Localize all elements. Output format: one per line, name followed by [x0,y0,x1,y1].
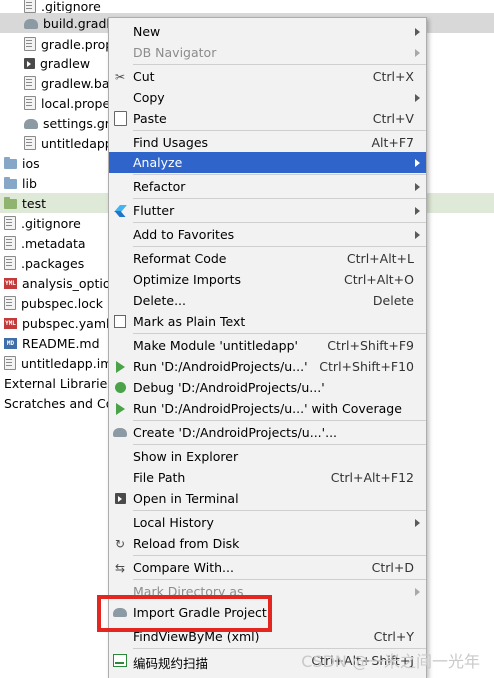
submenu-arrow-icon [415,159,420,167]
menu-item-flutter[interactable]: Flutter [109,200,426,221]
menu-item-import-gradle-project[interactable]: Import Gradle Project [109,602,426,623]
menu-item-optimize-imports[interactable]: Optimize Imports Ctrl+Alt+O [109,269,426,290]
menu-item-find-usages[interactable]: Find Usages Alt+F7 [109,132,426,153]
menu-item-cut[interactable]: ✂ Cut Ctrl+X [109,66,426,87]
menu-item-db-navigator[interactable]: DB Navigator [109,42,426,63]
file-icon [4,236,16,250]
menu-item-file-path[interactable]: File Path Ctrl+Alt+F12 [109,467,426,488]
menu-separator [133,444,426,445]
file-icon [24,136,36,150]
context-menu: New DB Navigator ✂ Cut Ctrl+X Copy Paste… [108,17,427,678]
gradle-icon [24,19,38,29]
menu-item-refactor[interactable]: Refactor [109,176,426,197]
flutter-icon [115,205,125,217]
file-icon [24,37,36,51]
submenu-arrow-icon [415,183,420,191]
mark-text-icon [114,315,126,328]
submenu-arrow-icon [415,519,420,527]
menu-item-debug[interactable]: Debug 'D:/AndroidProjects/u...' [109,377,426,398]
submenu-arrow-icon [415,231,420,239]
menu-item-create-configuration[interactable]: Create 'D:/AndroidProjects/u...'... [109,422,426,443]
submenu-arrow-icon [415,49,420,57]
menu-item-run[interactable]: Run 'D:/AndroidProjects/u...' Ctrl+Shift… [109,356,426,377]
file-icon [4,356,16,370]
file-icon [4,256,16,270]
folder-icon [4,177,17,189]
menu-item-mark-as-plain-text[interactable]: Mark as Plain Text [109,311,426,332]
yml-icon: YML [4,317,17,329]
menu-item-compare-with[interactable]: ⇆ Compare With... Ctrl+D [109,557,426,578]
menu-item-show-in-explorer[interactable]: Show in Explorer [109,446,426,467]
reload-icon: ↻ [114,536,126,551]
folder-icon [4,157,17,169]
terminal-icon [24,57,35,69]
gradle-icon [113,428,127,437]
menu-separator [133,510,426,511]
debug-icon [114,382,126,393]
run-icon [115,360,125,373]
submenu-arrow-icon [415,94,420,102]
file-icon [24,76,36,90]
menu-separator [133,579,426,580]
menu-item-reformat-code[interactable]: Reformat Code Ctrl+Alt+L [109,248,426,269]
menu-separator [133,198,426,199]
menu-separator [133,64,426,65]
terminal-icon [114,493,126,504]
menu-item-copy[interactable]: Copy [109,87,426,108]
menu-item-local-history[interactable]: Local History [109,512,426,533]
menu-separator [133,420,426,421]
file-icon [4,296,16,310]
gradle-icon [113,608,127,617]
coding-scan-icon [113,654,127,667]
menu-separator [133,174,426,175]
menu-item-delete[interactable]: Delete... Delete [109,290,426,311]
folder-icon [4,197,17,209]
md-icon: MD [4,337,17,349]
paste-icon [113,111,127,126]
compare-icon: ⇆ [114,560,126,575]
gradle-icon [24,119,38,129]
menu-separator [133,222,426,223]
menu-separator [133,333,426,334]
menu-item-paste[interactable]: Paste Ctrl+V [109,108,426,129]
menu-separator [133,555,426,556]
menu-item-new[interactable]: New [109,21,426,42]
menu-item-reload-from-disk[interactable]: ↻ Reload from Disk [109,533,426,554]
menu-item-open-in-terminal[interactable]: Open in Terminal [109,488,426,509]
menu-item-run-with-coverage[interactable]: Run 'D:/AndroidProjects/u...' with Cover… [109,398,426,419]
menu-separator [133,130,426,131]
coverage-icon [115,402,125,415]
scissors-icon: ✂ [114,69,126,84]
submenu-arrow-icon [415,28,420,36]
menu-item-analyze[interactable]: Analyze [109,152,426,173]
menu-separator [133,246,426,247]
menu-item-mark-directory-as[interactable]: Mark Directory as [109,581,426,602]
menu-item-findviewbyme[interactable]: FindViewByMe (xml) Ctrl+Y [109,626,426,647]
menu-item-make-module[interactable]: Make Module 'untitledapp' Ctrl+Shift+F9 [109,335,426,356]
submenu-arrow-icon [415,588,420,596]
yml-icon: YML [4,277,17,289]
submenu-arrow-icon [415,207,420,215]
menu-item-add-to-favorites[interactable]: Add to Favorites [109,224,426,245]
file-icon [24,0,36,13]
file-icon [24,96,36,110]
file-icon [4,216,16,230]
watermark: CSDN @一米之间一光年 [301,652,480,671]
